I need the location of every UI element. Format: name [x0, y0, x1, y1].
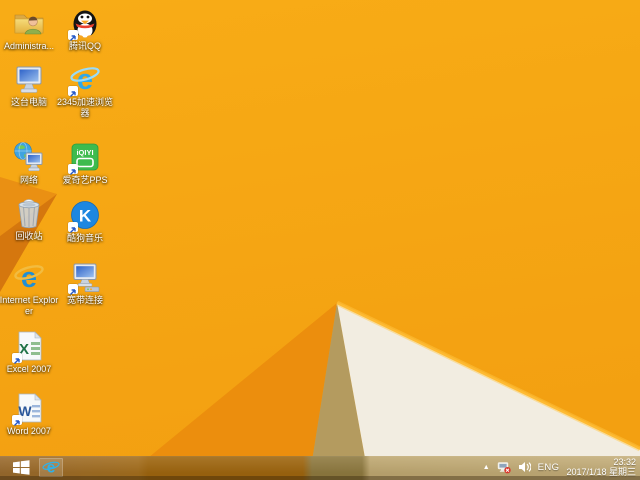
- system-tray: ▲ ENG 23:32 2017/1/18 星期三: [483, 457, 636, 477]
- clock-time: 23:32: [613, 457, 636, 467]
- network-tray-icon[interactable]: [497, 461, 511, 474]
- taskbar-ie-button[interactable]: e: [39, 457, 63, 477]
- desktop-icon-this-pc[interactable]: 这台电脑: [0, 62, 60, 108]
- internet-explorer-icon: e: [12, 260, 46, 294]
- taskbar: e ▲ ENG 23:32 2017/1/18 星期三: [0, 456, 640, 480]
- desktop-icon-excel-2007[interactable]: X Excel 2007: [0, 329, 60, 375]
- broadband-connection-icon: [68, 260, 102, 295]
- computer-icon: [12, 62, 46, 96]
- shortcut-arrow-icon: [68, 86, 78, 97]
- iqiyi-icon: iQIYI: [68, 140, 102, 175]
- desktop-icon-administrator[interactable]: Administra...: [0, 6, 60, 52]
- desktop-icon-word-2007[interactable]: W Word 2007: [0, 391, 60, 437]
- shortcut-arrow-icon: [12, 353, 22, 364]
- desktop-icon-2345-browser[interactable]: e 2345加速浏览器: [54, 62, 116, 119]
- shortcut-arrow-icon: [68, 284, 78, 295]
- start-button[interactable]: [12, 459, 30, 475]
- desktop-icon-broadband[interactable]: 宽带连接: [54, 260, 116, 306]
- recycle-bin-icon: [12, 196, 46, 230]
- shortcut-arrow-icon: [68, 30, 78, 41]
- desktop: Administra... 这台电脑 网络 回收站 e Internet Exp…: [0, 0, 640, 480]
- desktop-icon-kugou[interactable]: K 酷狗音乐: [54, 198, 116, 244]
- icon-label: Internet Explorer: [0, 295, 59, 316]
- desktop-icon-recycle-bin[interactable]: 回收站: [0, 196, 60, 242]
- clock-date: 2017/1/18 星期三: [566, 467, 636, 477]
- hidden-icons-button[interactable]: ▲: [483, 464, 490, 471]
- desktop-icon-network[interactable]: 网络: [0, 140, 60, 186]
- icon-label: 回收站: [15, 231, 43, 241]
- internet-explorer-icon: e: [42, 460, 60, 476]
- icon-label: 2345加速浏览器: [56, 97, 114, 118]
- desktop-icon-internet-explorer[interactable]: e Internet Explorer: [0, 260, 60, 317]
- icon-label: 这台电脑: [10, 97, 47, 107]
- shortcut-arrow-icon: [68, 164, 78, 175]
- desktop-icon-qq[interactable]: 腾讯QQ: [54, 6, 116, 52]
- svg-text:K: K: [79, 207, 92, 226]
- desktop-icon-iqiyi-pps[interactable]: iQIYI 爱奇艺PPS: [54, 140, 116, 186]
- icon-label: 网络: [19, 175, 38, 185]
- kugou-icon: K: [68, 198, 102, 233]
- 2345-browser-icon: e: [68, 62, 102, 97]
- clock[interactable]: 23:32 2017/1/18 星期三: [566, 457, 636, 477]
- svg-text:iQIYI: iQIYI: [76, 148, 93, 157]
- icon-label: Administra...: [3, 41, 54, 51]
- shortcut-arrow-icon: [12, 415, 22, 426]
- language-indicator[interactable]: ENG: [538, 462, 560, 473]
- volume-tray-icon[interactable]: [518, 461, 531, 473]
- user-folder-icon: [12, 6, 46, 40]
- shortcut-arrow-icon: [68, 222, 78, 233]
- network-icon: [12, 140, 46, 174]
- word-icon: W: [12, 391, 46, 426]
- excel-icon: X: [12, 329, 46, 364]
- qq-penguin-icon: [68, 6, 102, 41]
- windows-logo-icon: [12, 459, 29, 475]
